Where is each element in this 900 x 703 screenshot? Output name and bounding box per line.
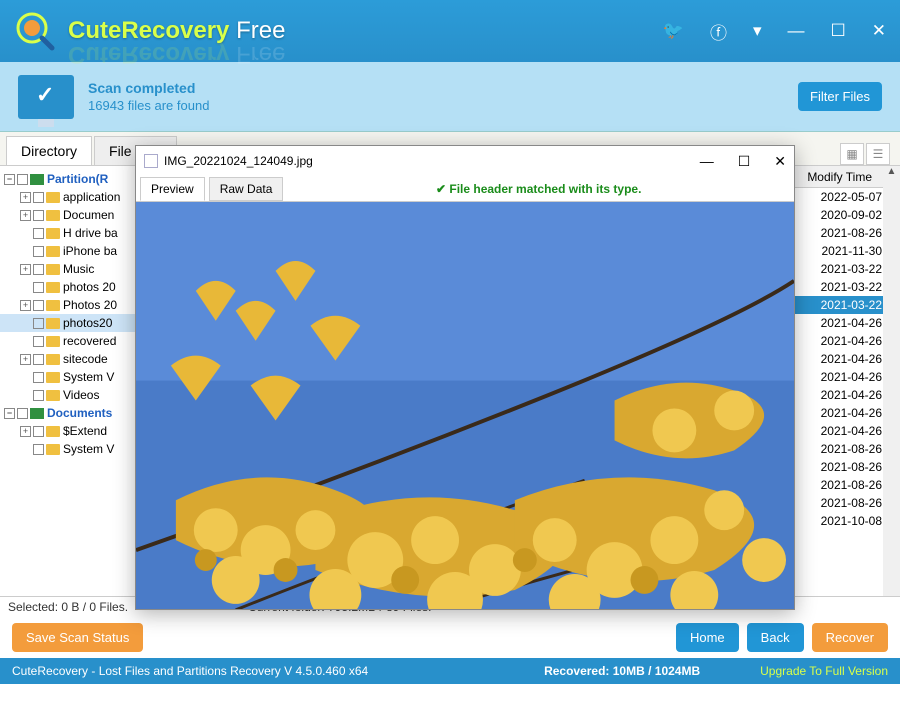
scan-file-count: 16943 files are found: [88, 98, 209, 113]
home-button[interactable]: Home: [676, 623, 739, 652]
recover-button[interactable]: Recover: [812, 623, 888, 652]
preview-close-icon[interactable]: ✕: [774, 153, 786, 170]
selected-info: Selected: 0 B / 0 Files.: [8, 600, 128, 614]
app-title-reflection: CuteRecovery Free: [68, 40, 285, 68]
file-icon: [144, 154, 158, 168]
filter-files-button[interactable]: Filter Files: [798, 82, 882, 111]
monitor-check-icon: [18, 75, 74, 119]
preview-tab-preview[interactable]: Preview: [140, 177, 205, 201]
title-bar: CuteRecovery Free CuteRecovery Free 🐦 ⓕ …: [0, 0, 900, 62]
facebook-icon[interactable]: ⓕ: [710, 19, 727, 44]
preview-header-status: File header matched with its type.: [283, 182, 794, 196]
preview-image: [136, 202, 794, 609]
preview-titlebar[interactable]: IMG_20221024_124049.jpg — ☐ ✕: [136, 146, 794, 176]
preview-window: IMG_20221024_124049.jpg — ☐ ✕ Preview Ra…: [135, 145, 795, 610]
grid-view-icon[interactable]: ▦: [840, 143, 864, 165]
app-logo-icon: [14, 10, 56, 52]
minimize-icon[interactable]: —: [788, 21, 805, 41]
bottom-bar: Save Scan Status Home Back Recover: [0, 616, 900, 658]
upgrade-link[interactable]: Upgrade To Full Version: [760, 664, 888, 678]
close-icon[interactable]: ✕: [872, 21, 886, 41]
twitter-icon[interactable]: 🐦: [663, 21, 684, 41]
preview-maximize-icon[interactable]: ☐: [738, 153, 751, 170]
tab-directory[interactable]: Directory: [6, 136, 92, 165]
preview-filename: IMG_20221024_124049.jpg: [164, 154, 313, 168]
maximize-icon[interactable]: ☐: [831, 21, 846, 41]
scan-status-title: Scan completed: [88, 80, 209, 96]
scan-status-bar: Scan completed 16943 files are found Fil…: [0, 62, 900, 132]
footer-version: CuteRecovery - Lost Files and Partitions…: [12, 664, 368, 678]
save-scan-status-button[interactable]: Save Scan Status: [12, 623, 143, 652]
list-view-icon[interactable]: ☰: [866, 143, 890, 165]
preview-minimize-icon[interactable]: —: [700, 153, 714, 170]
footer: CuteRecovery - Lost Files and Partitions…: [0, 658, 900, 684]
footer-recovered: Recovered: 10MB / 1024MB: [544, 664, 700, 678]
preview-tab-rawdata[interactable]: Raw Data: [209, 177, 284, 201]
dropdown-icon[interactable]: ▾: [753, 21, 762, 41]
scrollbar[interactable]: ▲: [883, 166, 900, 596]
preview-tabs: Preview Raw Data File header matched wit…: [136, 176, 794, 202]
scroll-up-icon[interactable]: ▲: [883, 166, 900, 183]
back-button[interactable]: Back: [747, 623, 804, 652]
